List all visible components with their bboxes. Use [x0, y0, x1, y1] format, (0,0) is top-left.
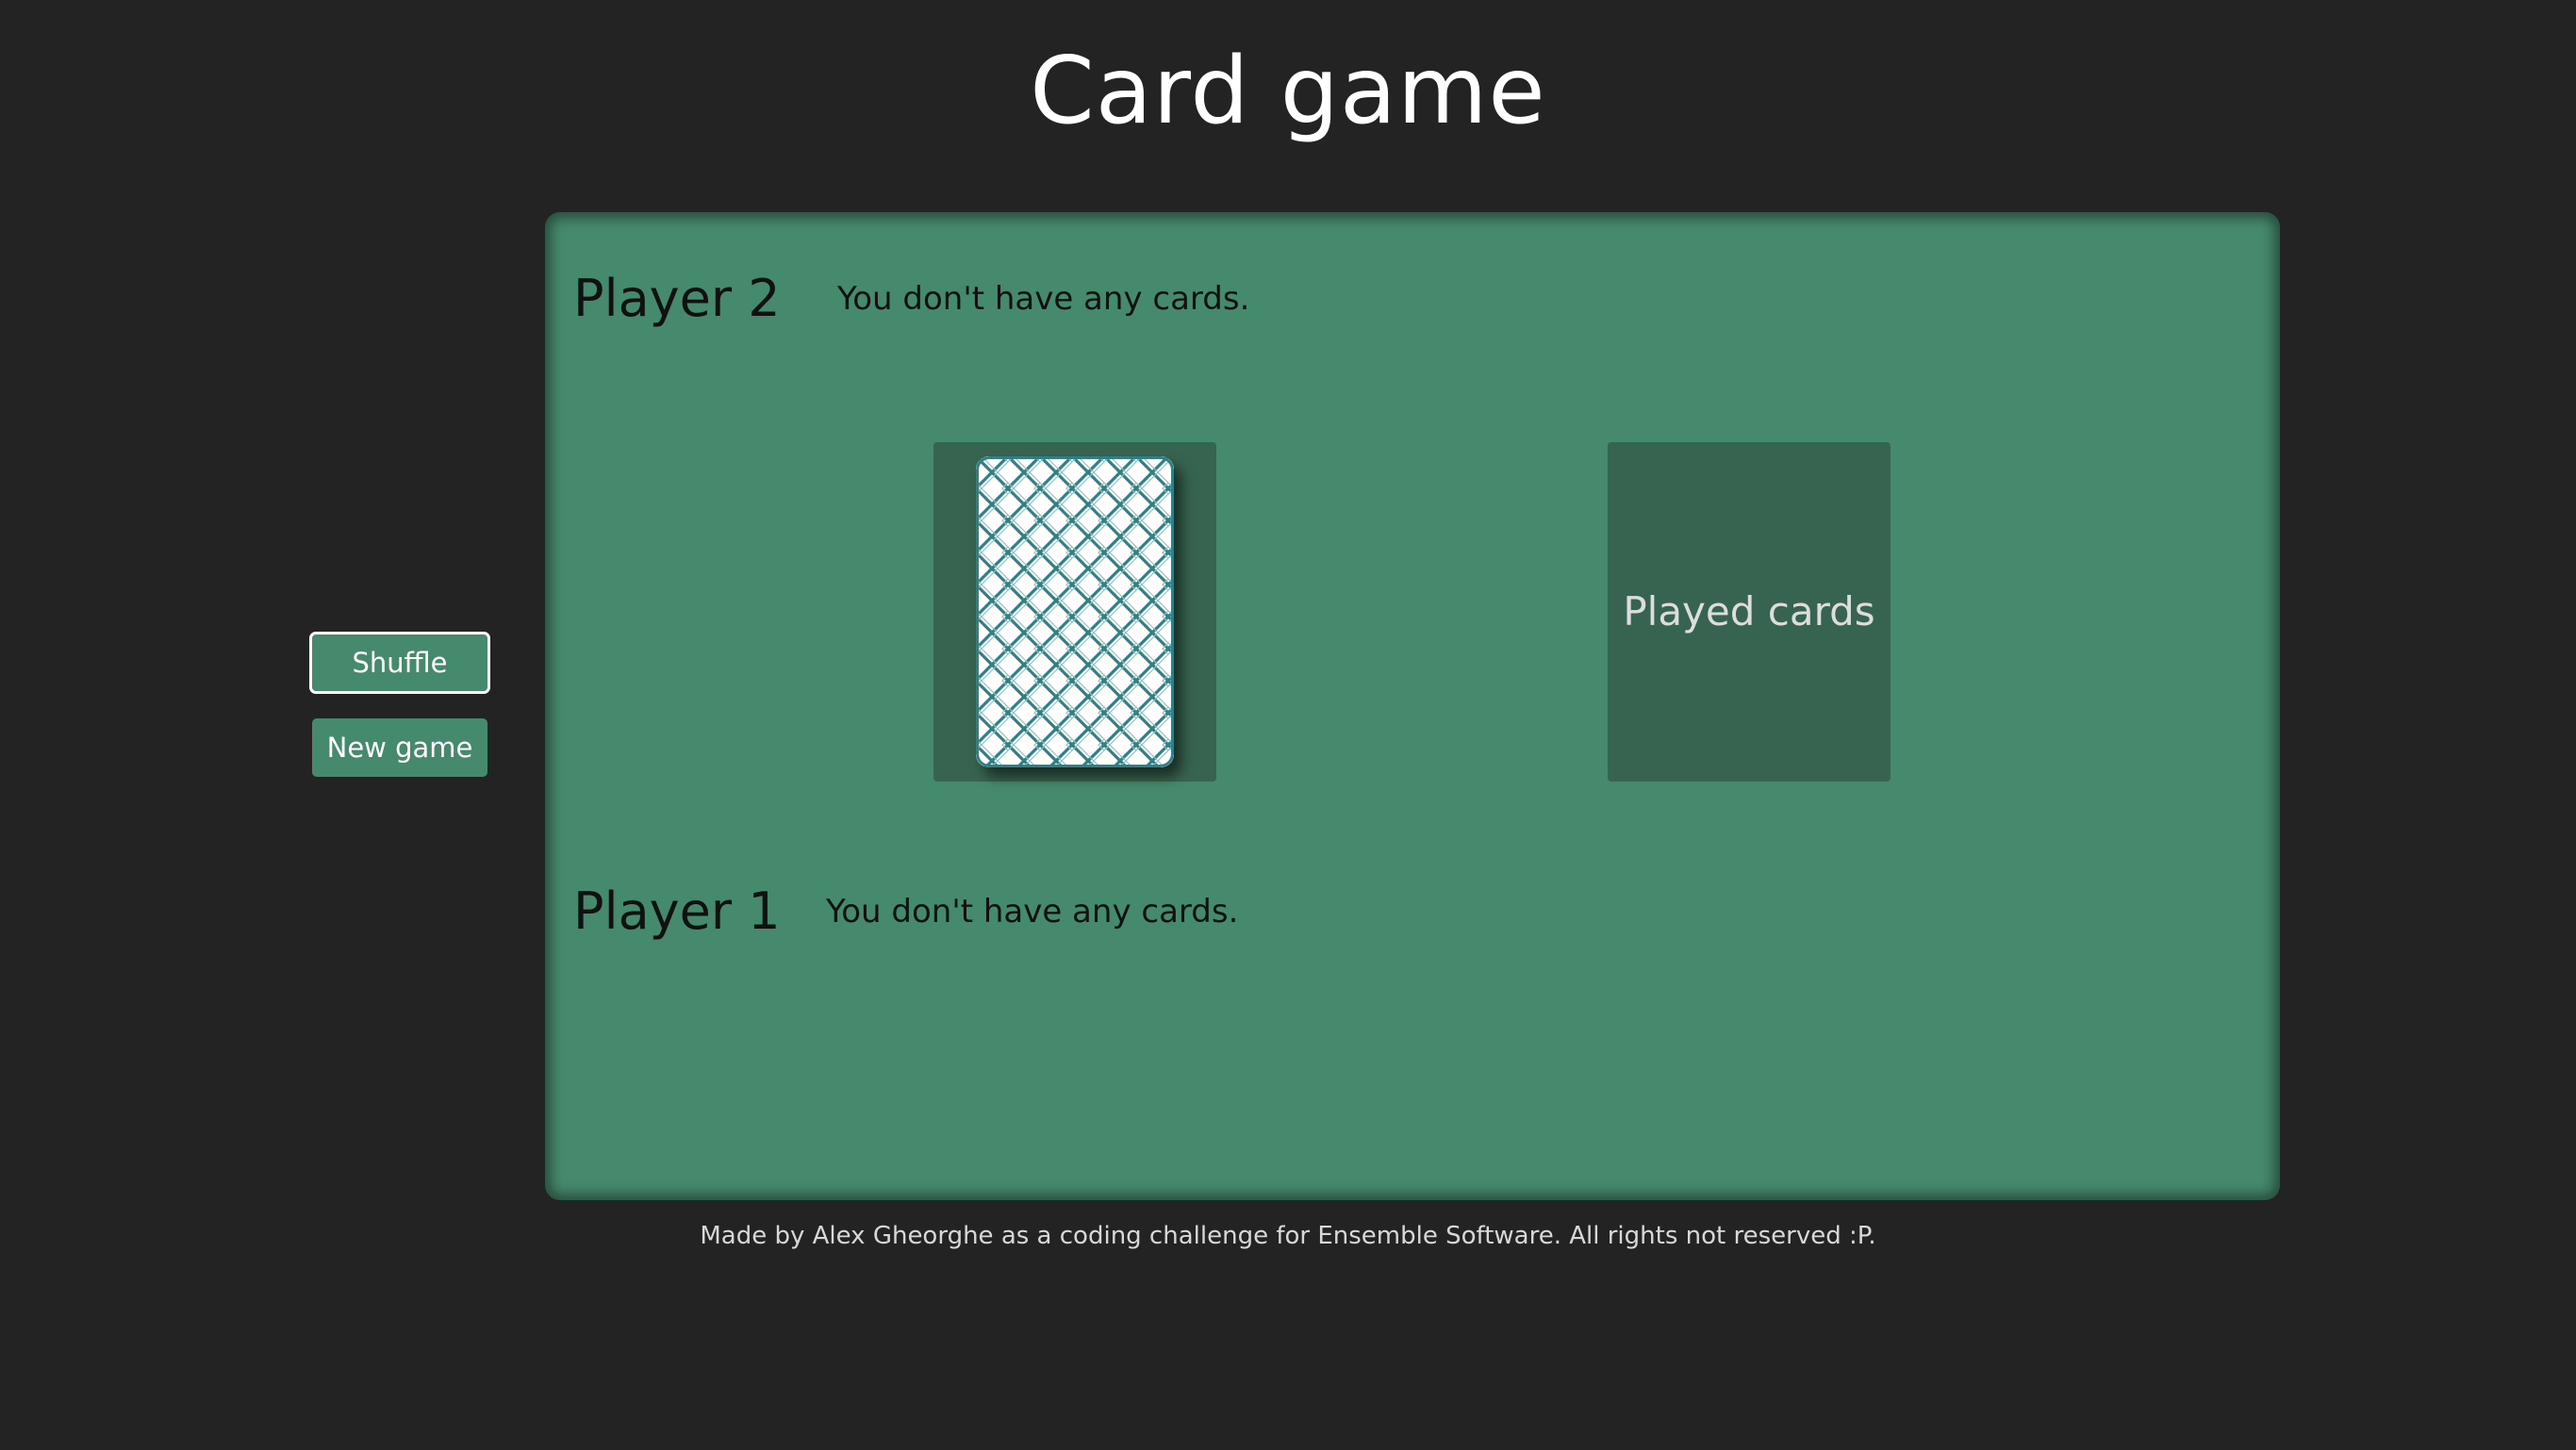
shuffle-button[interactable]: Shuffle [309, 632, 490, 694]
card-back-icon [976, 456, 1174, 767]
deck-card[interactable] [976, 456, 1174, 767]
player-1-message: You don't have any cards. [826, 893, 1239, 931]
sidebar: Shuffle New game [309, 632, 490, 777]
player-2-name: Player 2 [573, 269, 781, 328]
game-board: Player 2 You don't have any cards. Playe… [545, 212, 2280, 1200]
new-game-button[interactable]: New game [312, 718, 487, 777]
page-title: Card game [1030, 38, 1546, 145]
played-cards-label: Played cards [1623, 588, 1875, 634]
player-1-name: Player 1 [573, 882, 781, 941]
footer-credits: Made by Alex Gheorghe as a coding challe… [700, 1222, 1876, 1250]
deck-slot [933, 442, 1216, 782]
player-2-message: You don't have any cards. [837, 280, 1250, 318]
played-cards-slot: Played cards [1608, 442, 1891, 782]
